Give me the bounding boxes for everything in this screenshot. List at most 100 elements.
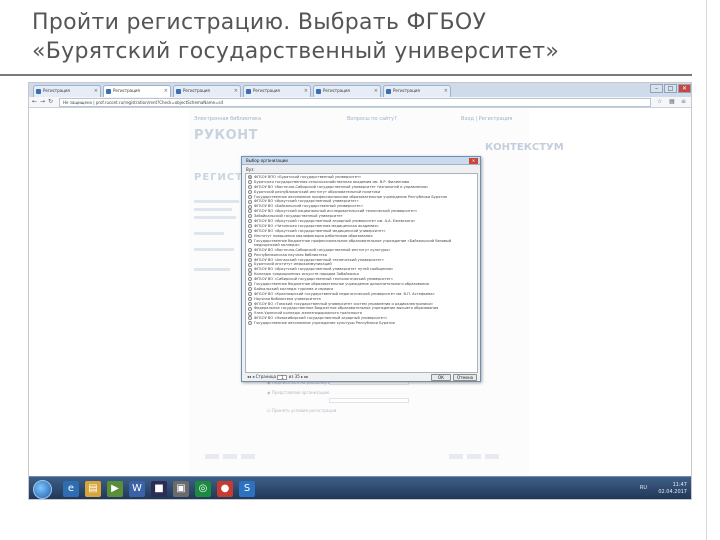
tab-close-icon[interactable]: ×	[304, 86, 308, 96]
browser-tab-active[interactable]: Регистрация ×	[103, 85, 171, 97]
organization-option[interactable]: Колледж традиционных искусств народов За…	[248, 272, 475, 277]
radio-button[interactable]	[248, 296, 252, 301]
organization-option[interactable]: ФГБОУ ВО «Иркутский государственный меди…	[248, 229, 475, 233]
tab-close-icon[interactable]: ×	[234, 86, 238, 96]
organization-option[interactable]: ФГБОУ ВО «Восточно-Сибирский государстве…	[248, 185, 475, 189]
radio-button[interactable]	[248, 306, 252, 311]
form-input[interactable]	[329, 398, 409, 403]
radio-button[interactable]	[248, 301, 252, 306]
menu-icon[interactable]: ≡	[681, 98, 686, 105]
organization-option-list[interactable]: ФГБОУ ВПО «Бурятский государственный уни…	[245, 173, 478, 373]
radio-button[interactable]	[248, 175, 252, 180]
radio-button[interactable]	[248, 219, 252, 224]
word-icon[interactable]: W	[129, 481, 145, 497]
chrome-icon[interactable]: ◎	[195, 481, 211, 497]
organization-option[interactable]: ФГБОУ ВПО «Бурятский государственный уни…	[248, 175, 475, 180]
radio-button[interactable]	[248, 277, 252, 282]
organization-option[interactable]: Федеральное государственное бюджетное об…	[248, 306, 475, 311]
organization-option[interactable]: Забайкальский государственный университе…	[248, 214, 475, 219]
tab-close-icon[interactable]: ×	[164, 86, 168, 96]
app-icon[interactable]: ▣	[173, 481, 189, 497]
pager-next-icon[interactable]: ▸	[301, 374, 303, 379]
organization-option[interactable]: ФГБОУ ВО «Томский государственный универ…	[248, 302, 475, 306]
clock[interactable]: 11:47 02.04.2017	[658, 482, 687, 496]
form-row[interactable]: ◉ Представляю организацию	[267, 390, 330, 395]
organization-option[interactable]: Институт повышения квалификации работник…	[248, 234, 475, 238]
organization-option[interactable]: Республиканская научная библиотека	[248, 253, 475, 257]
organization-option[interactable]: Государственное автономное профессиональ…	[248, 195, 475, 199]
organization-option[interactable]: Бурятский республиканский институт образ…	[248, 190, 475, 194]
organization-option[interactable]: ФГБОУ ВО «Ангарский государственный техн…	[248, 258, 475, 262]
radio-button[interactable]	[248, 238, 252, 243]
organization-option[interactable]: Государственное автономное учреждение ку…	[248, 321, 475, 326]
nav-login-link[interactable]: Вход | Регистрация	[461, 116, 512, 122]
radio-button[interactable]	[248, 204, 252, 209]
ie-icon[interactable]: e	[63, 481, 79, 497]
organization-option[interactable]: Бурятская государственная сельскохозяйст…	[248, 180, 475, 185]
organization-option[interactable]: ФГБОУ ВО «Восточно-Сибирский государстве…	[248, 248, 475, 252]
language-indicator[interactable]: RU	[640, 485, 647, 491]
browser-tab[interactable]: Регистрация ×	[243, 85, 311, 97]
bookmark-star-icon[interactable]: ☆	[657, 98, 662, 105]
tab-close-icon[interactable]: ×	[94, 86, 98, 96]
minimize-button[interactable]: –	[650, 84, 663, 93]
browser-tab[interactable]: Регистрация ×	[173, 85, 241, 97]
radio-button[interactable]	[248, 189, 252, 194]
organization-option[interactable]: ФГБОУ ВО «Новосибирский государственный …	[248, 316, 475, 321]
browser-tab[interactable]: Регистрация ×	[313, 85, 381, 97]
reload-icon[interactable]: ↻	[48, 98, 53, 105]
organization-option[interactable]: Улан-Удэнский колледж железнодорожного т…	[248, 311, 475, 316]
radio-button[interactable]	[248, 257, 252, 262]
radio-button[interactable]	[248, 224, 252, 229]
forward-icon[interactable]: →	[40, 98, 45, 105]
pager-last-icon[interactable]: ▸▸	[304, 374, 308, 379]
radio-button[interactable]	[248, 272, 252, 277]
organization-option[interactable]: ФГБОУ ВО «Иркутский национальный исследо…	[248, 209, 475, 214]
radio-button[interactable]	[248, 209, 252, 214]
organization-option[interactable]: ФГБОУ ВО «Читинская государственная меди…	[248, 224, 475, 229]
radio-button[interactable]	[248, 228, 252, 233]
maximize-button[interactable]: □	[664, 84, 677, 93]
organization-option[interactable]: Бурятский институт инфокоммуникаций	[248, 262, 475, 267]
rucont-logo[interactable]: РУКОНТ	[194, 128, 258, 143]
organization-option[interactable]: Государственное бюджетное профессиональн…	[248, 239, 475, 248]
pager-first-icon[interactable]: ◂◂	[247, 374, 251, 379]
organization-option[interactable]: ФГБОУ ВО «Байкальский государственный ун…	[248, 204, 475, 209]
radio-button[interactable]	[248, 233, 252, 238]
cancel-button[interactable]: Отмена	[453, 374, 477, 381]
organization-option[interactable]: ФГБОУ ВО «Иркутский государственный агра…	[248, 219, 475, 224]
form-row[interactable]: ☑ Принять условия регистрации	[267, 408, 336, 413]
radio-button[interactable]	[248, 287, 252, 292]
folder-icon[interactable]: ▤	[85, 481, 101, 497]
radio-button[interactable]	[248, 247, 252, 252]
nav-library-link[interactable]: Электронная библиотека	[194, 116, 261, 122]
radio-button[interactable]	[248, 214, 252, 219]
radio-button[interactable]	[248, 282, 252, 287]
extensions-icon[interactable]: ▦	[669, 98, 675, 105]
browser-tab[interactable]: Регистрация ×	[33, 85, 101, 97]
back-icon[interactable]: ←	[32, 98, 37, 105]
organization-option[interactable]: Байкальский колледж туризма и сервиса	[248, 287, 475, 292]
radio-button[interactable]	[248, 184, 252, 189]
radio-button[interactable]	[248, 262, 252, 267]
kontextum-logo[interactable]: КОНТЕКСТУМ	[485, 142, 564, 153]
radio-button[interactable]	[248, 291, 252, 296]
organization-option[interactable]: Государственное бюджетное образовательно…	[248, 282, 475, 287]
radio-button[interactable]	[248, 194, 252, 199]
organization-option[interactable]: Научная библиотека университета	[248, 297, 475, 301]
radio-button[interactable]	[248, 199, 252, 204]
media-player-icon[interactable]: ■	[151, 481, 167, 497]
dialog-close-button[interactable]: ✕	[469, 158, 478, 164]
start-button[interactable]	[33, 480, 52, 499]
radio-button[interactable]	[248, 316, 252, 321]
ok-button[interactable]: ОК	[431, 374, 451, 381]
page-number-input[interactable]: 1	[277, 374, 288, 380]
tab-close-icon[interactable]: ×	[444, 86, 448, 96]
radio-button[interactable]	[248, 267, 252, 272]
browser-tab[interactable]: Регистрация ×	[383, 85, 451, 97]
organization-option[interactable]: ФГБОУ ВО «Иркутский государственный унив…	[248, 199, 475, 204]
organization-option[interactable]: ФГБОУ ВО «Иркутский государственный унив…	[248, 267, 475, 272]
organization-option[interactable]: ФГБОУ ВО «Красноярский государственный п…	[248, 292, 475, 296]
radio-button[interactable]	[248, 180, 252, 185]
url-input[interactable]: Не защищено | prof.rucont.ru/registratio…	[59, 98, 651, 107]
